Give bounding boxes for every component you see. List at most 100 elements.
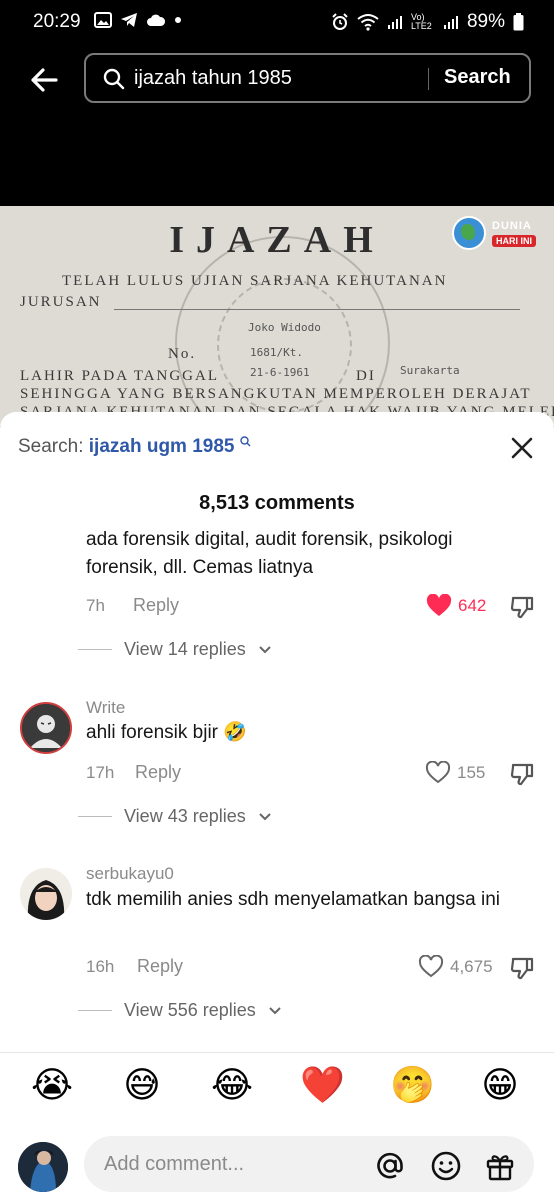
heart-outline-icon (425, 761, 451, 784)
comment-count: 8,513 comments (199, 492, 355, 514)
view-replies-button[interactable]: View 556 replies (78, 1000, 282, 1021)
alarm-icon (332, 13, 348, 30)
telegram-icon (121, 13, 137, 27)
document-line-4: SEHINGGA YANG BERSANGKUTAN MEMPEROLEH DE… (20, 386, 532, 402)
close-icon[interactable] (508, 434, 536, 462)
view-replies-button[interactable]: View 43 replies (78, 806, 272, 827)
document-di-label: DI (356, 368, 376, 384)
replies-rule (78, 649, 112, 650)
replies-rule (78, 816, 112, 817)
avatar[interactable] (20, 702, 72, 754)
document-line-2: JURUSAN (20, 294, 102, 310)
search-divider (428, 68, 429, 90)
replies-rule (78, 1010, 112, 1011)
dunia-hari-ini-logo: DUNIA HARI INI (452, 216, 548, 252)
emoji-sweat-smile[interactable]: 😅 (120, 1063, 164, 1107)
like-button[interactable]: 642 (426, 594, 486, 618)
related-search-label: Search: (18, 436, 84, 457)
related-search-query[interactable]: ijazah ugm 1985 (89, 436, 235, 457)
back-arrow-icon[interactable] (26, 62, 62, 98)
notification-icons (94, 12, 182, 28)
emoji-picker-icon[interactable] (430, 1150, 462, 1182)
like-count: 4,675 (450, 957, 493, 976)
document-handwritten-date: 21-6-1961 (250, 366, 310, 379)
globe-icon (452, 216, 486, 250)
reply-button[interactable]: Reply (133, 595, 179, 616)
search-button[interactable]: Search (444, 66, 511, 89)
chevron-down-icon (259, 645, 271, 653)
comment-username[interactable]: serbukayu0 (86, 864, 174, 884)
comment-placeholder: Add comment... (104, 1153, 245, 1175)
document-handwritten-name: Joko Widodo (248, 321, 321, 334)
search-header: ijazah tahun 1985 Search (0, 46, 554, 206)
my-avatar[interactable] (18, 1142, 68, 1192)
view-replies-label: View 14 replies (124, 639, 246, 659)
status-bar: 20:29 Vo) LTE2 89% (0, 0, 554, 46)
comment-list[interactable]: ada forensik digital, audit forensik, ps… (0, 530, 554, 1050)
search-input[interactable]: ijazah tahun 1985 (134, 67, 292, 90)
document-no-label: No. (168, 346, 197, 362)
status-time: 20:29 (33, 11, 81, 32)
comment-input-bar: Add comment... (0, 1122, 554, 1200)
wifi-icon (357, 14, 379, 31)
comment-input[interactable]: Add comment... (84, 1136, 534, 1192)
emoji-grin[interactable]: 😁 (478, 1063, 522, 1107)
emoji-hand-over-mouth[interactable]: 🤭 (390, 1063, 435, 1107)
document-line-1: TELAH LULUS UJIAN SARJANA KEHUTANAN (62, 273, 448, 289)
reply-button[interactable]: Reply (135, 762, 181, 783)
logo-text-2: HARI INI (492, 235, 536, 247)
comment-username[interactable]: Write (86, 698, 125, 718)
emoji-heart[interactable]: ❤️ (300, 1063, 345, 1107)
small-search-icon (240, 436, 251, 447)
document-line-3: LAHIR PADA TANGGAL (20, 368, 219, 384)
avatar-image (20, 868, 72, 920)
view-replies-button[interactable]: View 14 replies (78, 639, 272, 660)
quick-emoji-bar: 😭 😅 😂 ❤️ 🤭 😁 (0, 1052, 554, 1122)
document-handwritten-place: Surakarta (400, 364, 460, 377)
lte-label: Vo) LTE2 (410, 12, 432, 31)
dislike-icon[interactable] (510, 594, 536, 620)
comment-time: 16h (86, 957, 115, 976)
signal-2-icon (443, 16, 458, 29)
related-search[interactable]: Search: ijazah ugm 1985 (18, 436, 251, 458)
document-underline (114, 309, 520, 310)
mention-icon[interactable] (374, 1150, 406, 1182)
system-icons: Vo) LTE2 89% (331, 11, 524, 33)
comments-panel: Search: ijazah ugm 1985 8,513 comments a… (0, 412, 554, 1200)
gallery-icon (94, 12, 112, 28)
search-bar[interactable]: ijazah tahun 1985 Search (84, 53, 531, 103)
comment-text: ahli forensik bjir 🤣 (86, 722, 247, 743)
like-button[interactable]: 155 (425, 761, 485, 785)
emoji-joy[interactable]: 😂 (210, 1063, 254, 1107)
avatar-image (22, 704, 70, 752)
comment-text: tdk memilih anies sdh menyelamatkan bang… (86, 889, 500, 910)
cloud-icon (147, 14, 166, 26)
comment-text: ada forensik digital, audit forensik, ps… (86, 530, 453, 578)
battery-percent: 89% (466, 11, 505, 32)
heart-filled-icon (426, 594, 452, 616)
dot-icon (175, 17, 181, 23)
dislike-icon[interactable] (510, 955, 536, 981)
dislike-icon[interactable] (510, 761, 536, 787)
signal-icon (387, 16, 402, 29)
chevron-down-icon (259, 812, 271, 820)
battery-icon (513, 13, 524, 31)
gift-icon[interactable] (484, 1150, 516, 1182)
avatar[interactable] (20, 868, 72, 920)
like-button[interactable]: 4,675 (418, 955, 493, 979)
avatar-image (18, 1142, 68, 1192)
view-replies-label: View 556 replies (124, 1000, 256, 1020)
document-handwritten-no: 1681/Kt. (250, 346, 303, 359)
comment-time: 7h (86, 596, 105, 615)
heart-outline-icon (418, 955, 444, 978)
like-count: 642 (458, 596, 487, 615)
view-replies-label: View 43 replies (124, 806, 246, 826)
comment-time: 17h (86, 763, 115, 782)
reply-button[interactable]: Reply (137, 956, 183, 977)
emoji-crying[interactable]: 😭 (30, 1063, 74, 1107)
chevron-down-icon (269, 1006, 281, 1014)
search-icon (103, 68, 125, 90)
logo-text-1: DUNIA (492, 220, 532, 232)
like-count: 155 (457, 763, 486, 782)
video-player[interactable]: IJAZAH TELAH LULUS UJIAN SARJANA KEHUTAN… (0, 206, 554, 426)
